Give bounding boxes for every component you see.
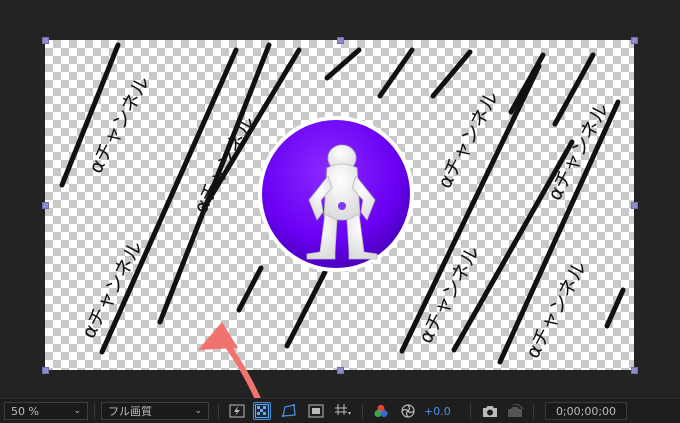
bounding-handle-bottom-right[interactable] — [631, 367, 638, 374]
timecode-value: 0;00;00;00 — [555, 404, 617, 418]
exposure-value[interactable]: +0.0 — [424, 402, 454, 420]
exposure-label: +0.0 — [424, 404, 451, 418]
toggle-transparency-grid-button[interactable] — [253, 402, 271, 420]
toolbar-divider — [94, 403, 95, 419]
toolbar-divider — [470, 403, 471, 419]
toolbar-divider — [362, 403, 363, 419]
resolution-value: フル画質 — [108, 405, 152, 418]
region-of-interest-icon — [308, 404, 324, 418]
chevron-down-icon: ⌄ — [194, 406, 202, 416]
zoom-value: 50 % — [11, 404, 39, 418]
show-snapshot-button[interactable] — [507, 402, 525, 420]
color-management-icon — [401, 404, 415, 418]
toolbar-divider — [533, 403, 534, 419]
color-management-button[interactable] — [399, 402, 417, 420]
transparency-grid-icon — [255, 404, 269, 418]
composition-viewer[interactable]: αチャンネル αチャンネル αチャンネル αチャンネル αチャンネル αチャンネ… — [0, 0, 680, 398]
logo-emblem — [258, 116, 414, 272]
rgb-channels-icon — [374, 404, 388, 418]
bounding-handle-top-left[interactable] — [42, 37, 49, 44]
bounding-handle-bottom-left[interactable] — [42, 367, 49, 374]
viewer-toolbar: 50 % ⌄ フル画質 ⌄ +0.0 0;00;00;00 — [0, 398, 680, 423]
bounding-handle-top-right[interactable] — [631, 37, 638, 44]
chevron-down-icon: ⌄ — [73, 406, 81, 416]
mask-path-icon — [282, 404, 296, 417]
fast-previews-button[interactable] — [228, 402, 246, 420]
grid-guides-icon — [335, 404, 351, 415]
camera-icon — [483, 406, 497, 417]
region-of-interest-button[interactable] — [307, 402, 325, 420]
toolbar-divider — [218, 403, 219, 419]
bounding-handle-middle-left[interactable] — [42, 202, 49, 209]
bounding-handle-top-center[interactable] — [337, 37, 344, 44]
toggle-mask-path-button[interactable] — [280, 402, 298, 420]
composition-canvas[interactable]: αチャンネル αチャンネル αチャンネル αチャンネル αチャンネル αチャンネ… — [45, 40, 634, 370]
show-snapshot-icon — [508, 404, 524, 417]
show-channel-button[interactable] — [372, 402, 390, 420]
zoom-dropdown[interactable]: 50 % ⌄ — [4, 402, 88, 420]
bounding-handle-bottom-center[interactable] — [337, 367, 344, 374]
take-snapshot-button[interactable] — [481, 402, 499, 420]
current-time-display[interactable]: 0;00;00;00 — [545, 402, 627, 420]
lightning-preview-icon — [229, 404, 245, 418]
resolution-dropdown[interactable]: フル画質 ⌄ — [101, 402, 209, 420]
grid-guides-button[interactable] — [334, 402, 352, 420]
bounding-handle-middle-right[interactable] — [631, 202, 638, 209]
